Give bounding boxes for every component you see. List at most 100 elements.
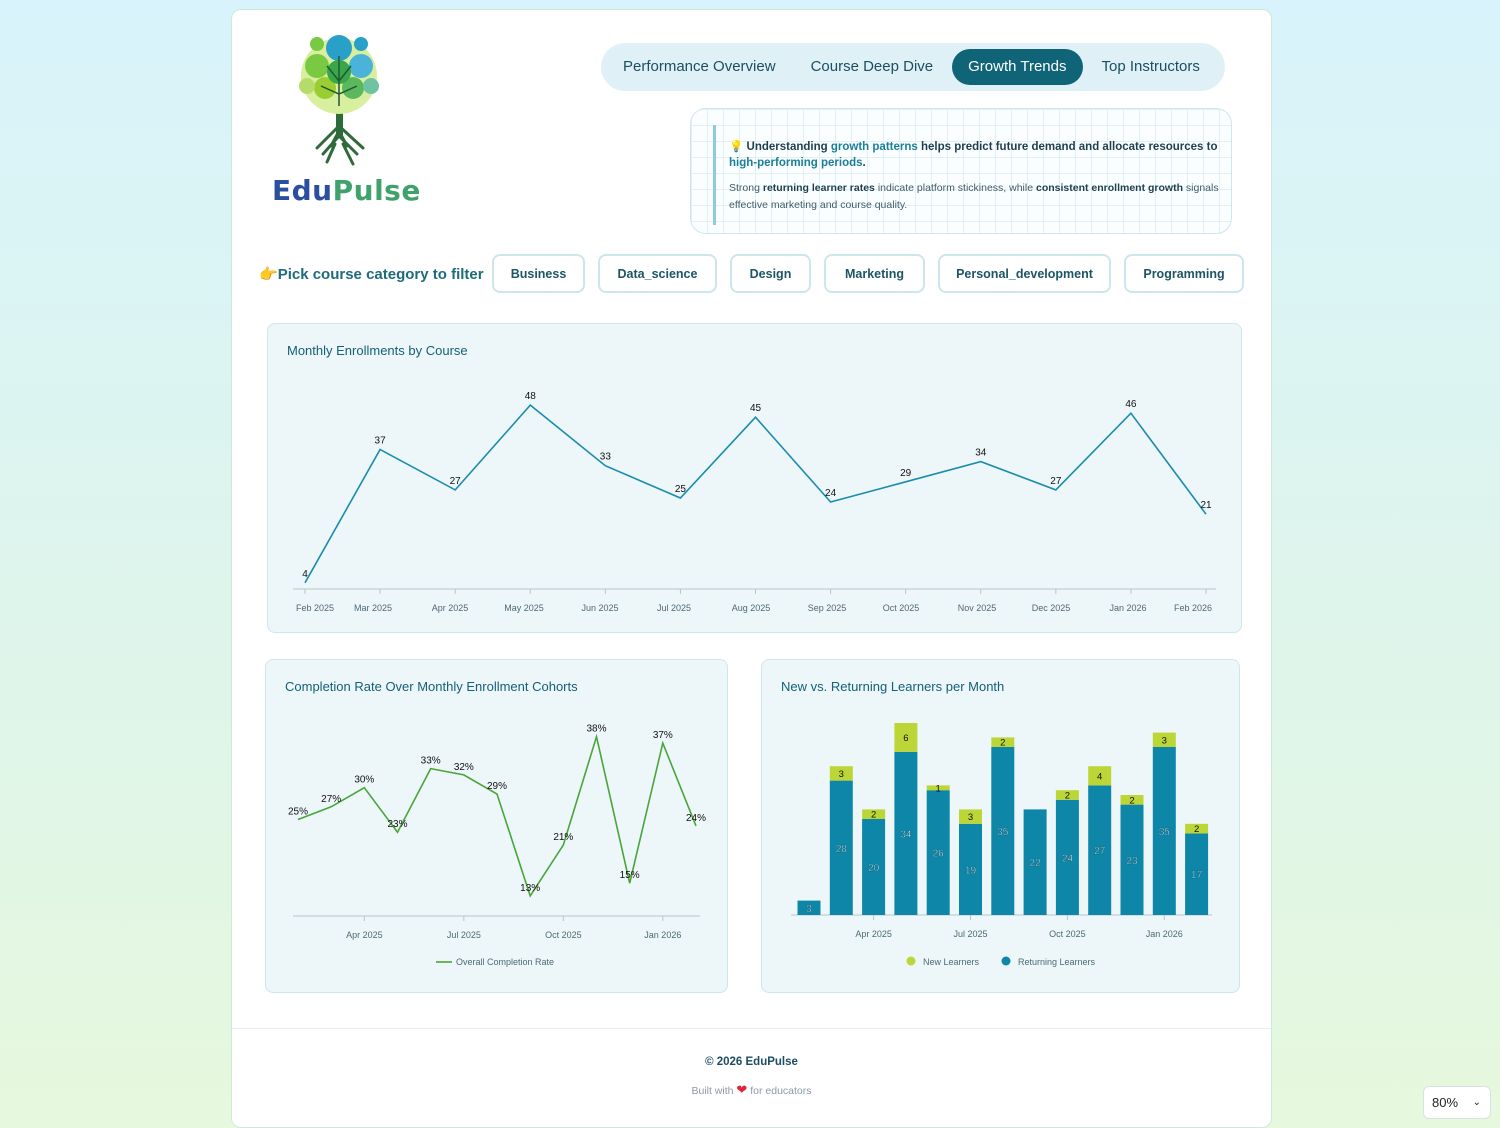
legend-label-returning: Returning Learners: [1018, 957, 1096, 967]
learners-stacked-bar-chart: 3283202Apr 2025346261193Jul 202535222 242…: [791, 723, 1212, 967]
tab-top-instructors[interactable]: Top Instructors: [1086, 49, 1216, 85]
zoom-select[interactable]: 80% ⌄: [1423, 1086, 1491, 1119]
filter-chip-design[interactable]: Design: [730, 254, 811, 293]
filter-chip-data-science[interactable]: Data_science: [598, 254, 717, 293]
lightbulb-icon: 💡: [729, 141, 744, 153]
x-tick-label: May 2025: [504, 603, 544, 613]
enrollments-line-chart: Feb 2025 Mar 2025 Apr 2025 May 2025 Jun 2025…: [293, 391, 1216, 613]
new-value-label: 2: [1194, 824, 1199, 835]
x-tick-label: Oct 2025: [1049, 929, 1086, 939]
chevron-down-icon: ⌄: [1472, 1097, 1481, 1108]
data-label: 23%: [387, 819, 407, 830]
x-tick-label: Apr 2025: [432, 603, 469, 613]
insight-headline: 💡 Understanding growth patterns helps pr…: [729, 141, 1218, 169]
footer-divider: [232, 1028, 1271, 1029]
legend-swatch-new: [906, 956, 916, 966]
data-label: 45: [750, 403, 762, 414]
x-tick-label: Jan 2026: [1109, 603, 1146, 613]
new-value-label: 2: [1000, 738, 1005, 749]
x-tick-label: Oct 2025: [545, 930, 582, 940]
legend-label-new: New Learners: [923, 957, 980, 967]
completion-line-chart: Apr 2025 Jul 2025 Oct 2025 Jan 2026 25% 27% 30…: [288, 724, 706, 967]
callout-accent-bar: [713, 125, 716, 225]
x-tick-label: Sep 2025: [808, 603, 847, 613]
x-tick-label: Jul 2025: [447, 930, 481, 940]
data-label: 34: [975, 448, 987, 459]
returning-value-label: 19: [965, 865, 977, 876]
data-label: 27%: [321, 794, 341, 805]
data-label: 29: [900, 468, 912, 479]
x-tick-label: Jan 2026: [644, 930, 681, 940]
returning-value-label: 26: [933, 849, 945, 860]
returning-value-label: 20: [868, 863, 880, 874]
x-tick-label: Jul 2025: [657, 603, 691, 613]
data-label: 24: [825, 488, 837, 499]
data-label: 37: [375, 436, 387, 447]
data-label: 21: [1200, 500, 1212, 511]
x-tick-label: Feb 2026: [1174, 603, 1212, 613]
returning-value-label: 34: [900, 829, 912, 840]
returning-value-label: 28: [836, 844, 848, 855]
data-label: 29%: [487, 781, 507, 792]
new-value-label: 2: [1065, 791, 1070, 802]
insight-detail: Strong returning learner rates indicate …: [729, 182, 1219, 211]
data-label: 13%: [520, 883, 540, 894]
enrollments-series-line: [304, 403, 1207, 584]
returning-value-label: 27: [1094, 846, 1106, 857]
returning-value-label: 35: [997, 827, 1009, 838]
data-label: 25: [675, 484, 687, 495]
data-label: 32%: [454, 762, 474, 773]
new-value-label: 4: [1097, 771, 1102, 782]
data-label: 37%: [653, 730, 673, 741]
x-tick-label: Jan 2026: [1146, 929, 1183, 939]
new-value-label: 2: [1129, 795, 1134, 806]
x-tick-label: Apr 2025: [855, 929, 892, 939]
returning-value-label: 3: [806, 904, 812, 915]
data-label: 27: [1050, 476, 1062, 487]
footer-tagline: Built with ❤ for educators: [691, 1082, 812, 1097]
x-tick-label: Feb 2025: [296, 603, 334, 613]
tab-performance-overview[interactable]: Performance Overview: [607, 49, 792, 85]
data-label: 46: [1125, 399, 1137, 410]
dashboard-card: EduPulse Performance Overview Course Dee…: [231, 9, 1272, 1128]
returning-value-label: 35: [1159, 827, 1171, 838]
data-label: 48: [525, 391, 537, 402]
data-label: 30%: [354, 775, 374, 786]
filter-chip-marketing[interactable]: Marketing: [824, 254, 925, 293]
learners-panel: New vs. Returning Learners per Month 3 28…: [761, 659, 1240, 993]
tab-growth-trends[interactable]: Growth Trends: [952, 49, 1083, 85]
footer-copyright: © 2026 EduPulse: [705, 1056, 798, 1068]
x-tick-label: Nov 2025: [958, 603, 997, 613]
returning-value-label: 22: [1030, 858, 1042, 869]
x-tick-label: Jul 2025: [953, 929, 987, 939]
category-filter-label: 👉Pick course category to filter: [259, 266, 484, 283]
new-value-label: 6: [903, 733, 908, 744]
heart-icon: ❤: [736, 1082, 748, 1097]
data-label: 38%: [586, 724, 606, 735]
new-value-label: 3: [1162, 735, 1167, 746]
data-label: 15%: [620, 870, 640, 881]
filter-chip-programming[interactable]: Programming: [1124, 254, 1244, 293]
x-tick-label: Aug 2025: [732, 603, 771, 613]
monthly-enrollments-panel: Monthly Enrollments by Course Feb 2025 Ma…: [267, 323, 1242, 633]
data-label: 24%: [686, 813, 706, 824]
data-label: 27: [450, 476, 462, 487]
legend-swatch-returning: [1001, 956, 1011, 966]
data-label: 33: [600, 452, 612, 463]
returning-value-label: 23: [1126, 856, 1138, 867]
completion-rate-panel: Completion Rate Over Monthly Enrollment …: [265, 659, 728, 993]
data-label: 25%: [288, 807, 308, 818]
tab-course-deep-dive[interactable]: Course Deep Dive: [795, 49, 950, 85]
zoom-value: 80%: [1432, 1095, 1459, 1110]
filter-chip-personal-development[interactable]: Personal_development: [938, 254, 1111, 293]
filter-chip-business[interactable]: Business: [492, 254, 585, 293]
edupulse-logo[interactable]: EduPulse: [272, 26, 420, 207]
data-label: 21%: [553, 832, 573, 843]
new-value-label: 1: [936, 783, 941, 794]
data-label: 4: [302, 569, 308, 580]
new-value-label: 3: [839, 769, 844, 780]
new-value-label: 2: [871, 810, 876, 821]
returning-value-label: 17: [1191, 870, 1203, 881]
x-tick-label: Jun 2025: [581, 603, 618, 613]
data-label: 33%: [421, 756, 441, 767]
